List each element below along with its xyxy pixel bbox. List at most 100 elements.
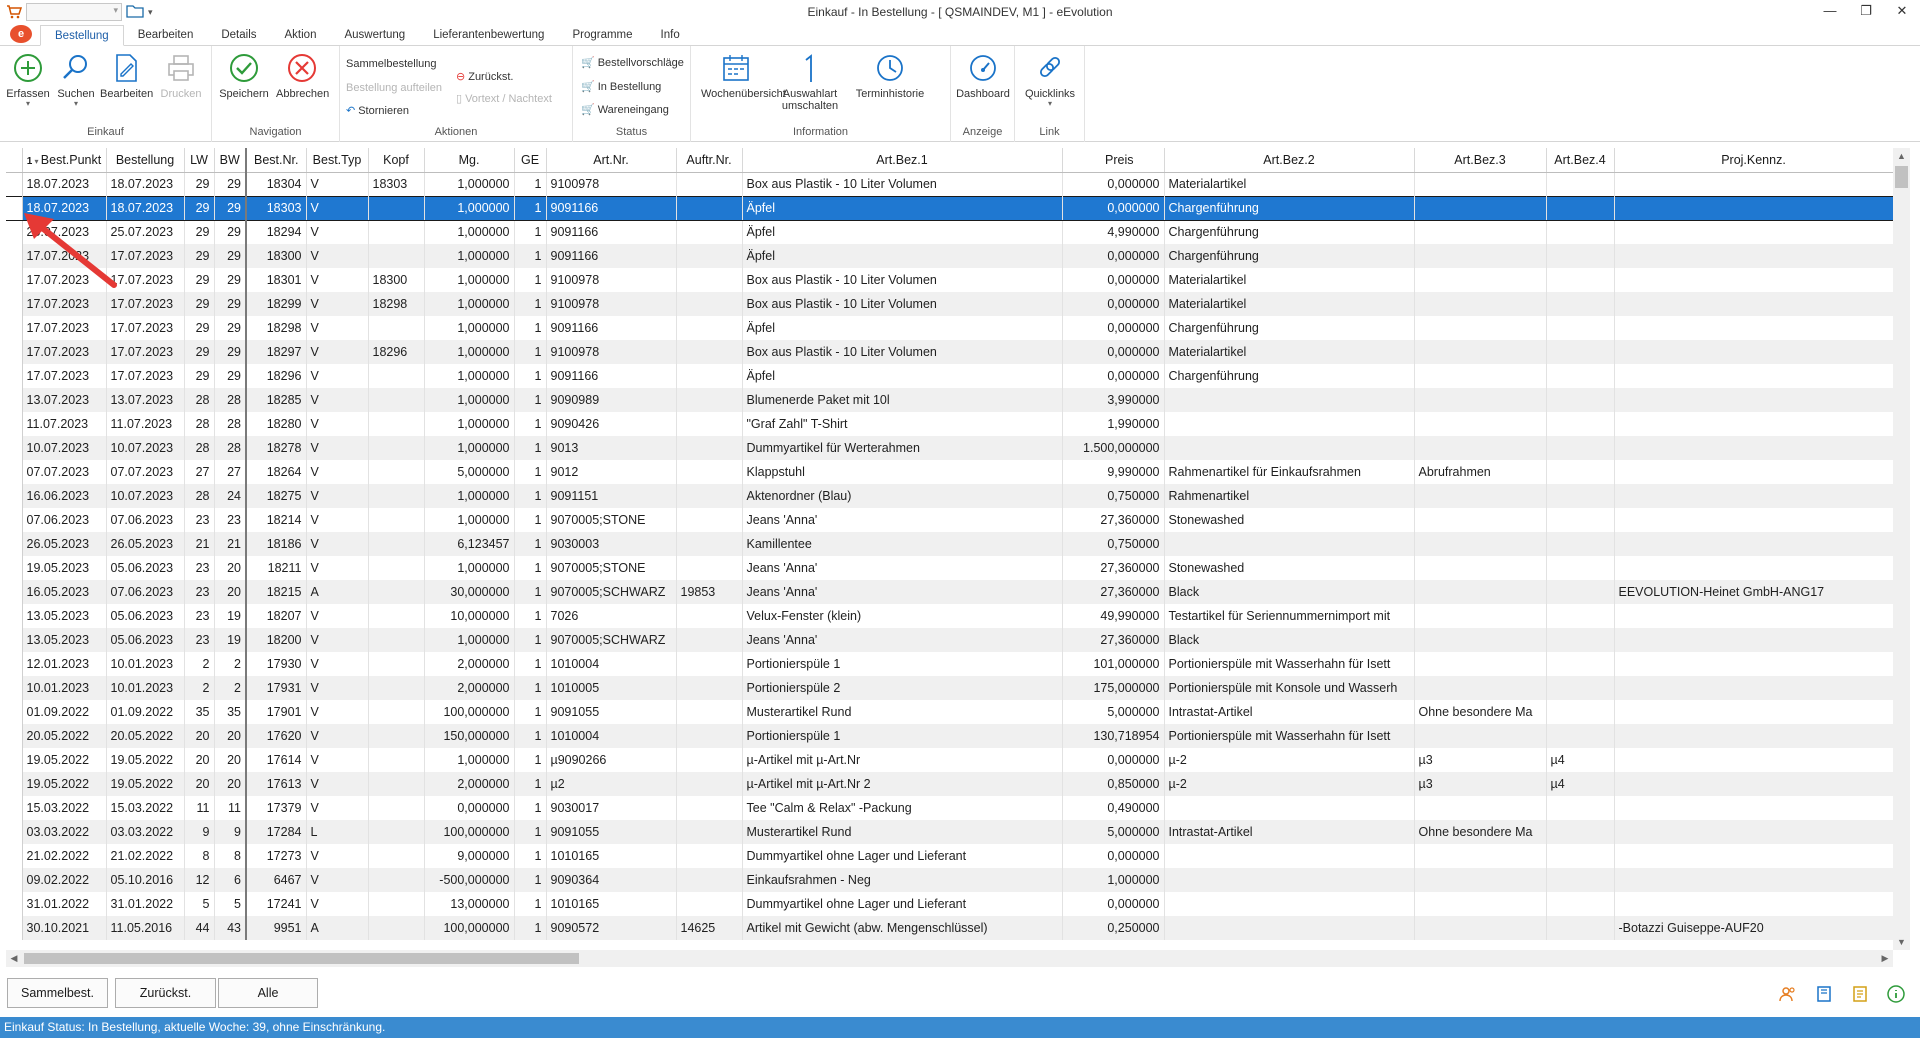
cell-art-bez-4[interactable]	[1546, 460, 1615, 484]
cell-auftr-nr[interactable]	[676, 604, 743, 628]
cell-preis[interactable]: 0,000000	[1062, 748, 1165, 772]
cell-bw[interactable]: 8	[214, 844, 247, 868]
cell-best-nr[interactable]: 18303	[246, 195, 307, 221]
cell-art-bez-1[interactable]: Dummyartikel für Werterahmen	[742, 436, 1063, 460]
bestellvorschlaege-button[interactable]: 🛒 Bestellvorschläge	[581, 56, 684, 70]
column-header[interactable]: Art.Bez.4	[1546, 148, 1615, 173]
cell-art-bez-1[interactable]: Portionierspüle 2	[742, 676, 1063, 700]
cell-art-bez-1[interactable]: Äpfel	[742, 244, 1063, 268]
cell-best-punkt[interactable]: 17.07.2023	[22, 340, 107, 364]
cell-art-bez-4[interactable]	[1546, 292, 1615, 316]
cell-auftr-nr[interactable]	[676, 748, 743, 772]
cell-art-bez-4[interactable]	[1546, 676, 1615, 700]
cell-art-bez-2[interactable]	[1164, 844, 1415, 868]
cell-art-nr[interactable]: 9012	[546, 460, 677, 484]
quicklinks-button[interactable]: Quicklinks ▾	[1021, 52, 1079, 108]
cell-best-nr[interactable]: 18211	[246, 556, 307, 580]
cell-bw[interactable]: 20	[214, 724, 247, 748]
cell-lw[interactable]: 29	[184, 316, 215, 340]
column-header[interactable]: Mg.	[424, 148, 515, 173]
cell-kopf[interactable]	[368, 508, 425, 532]
cell-bw[interactable]: 29	[214, 220, 247, 244]
cell-art-bez-2[interactable]: Rahmenartikel für Einkaufsrahmen	[1164, 460, 1415, 484]
cell-bw[interactable]: 2	[214, 676, 247, 700]
cell-ge[interactable]: 1	[514, 556, 547, 580]
cell-bestellung[interactable]: 10.07.2023	[106, 436, 185, 460]
cell-art-nr[interactable]: 9091166	[546, 364, 677, 388]
cell-kopf[interactable]	[368, 532, 425, 556]
cell-menge[interactable]: 2,000000	[424, 772, 515, 796]
cell-art-bez-2[interactable]: Materialartikel	[1164, 340, 1415, 364]
cell-bw[interactable]: 29	[214, 195, 247, 221]
cell-art-bez-2[interactable]	[1164, 412, 1415, 436]
cell-preis[interactable]: 0,000000	[1062, 364, 1165, 388]
cell-lw[interactable]: 29	[184, 364, 215, 388]
cell-art-bez-1[interactable]: Klappstuhl	[742, 460, 1063, 484]
cell-proj-kennz[interactable]	[1614, 652, 1894, 676]
table-row[interactable]: 10.01.2023 10.01.2023 2 2 17931 V 2,000000 1 101…	[6, 676, 1894, 700]
cell-bw[interactable]: 29	[214, 316, 247, 340]
cell-art-bez-1[interactable]: Kamillentee	[742, 532, 1063, 556]
cell-lw[interactable]: 12	[184, 868, 215, 892]
cell-best-nr[interactable]: 17613	[246, 772, 307, 796]
cell-best-punkt[interactable]: 13.05.2023	[22, 628, 107, 652]
cell-menge[interactable]: 150,000000	[424, 724, 515, 748]
cell-art-bez-4[interactable]	[1546, 796, 1615, 820]
cell-auftr-nr[interactable]	[676, 652, 743, 676]
cell-kopf[interactable]	[368, 460, 425, 484]
cell-art-bez-4[interactable]	[1546, 916, 1615, 940]
table-row[interactable]: 07.07.2023 07.07.2023 27 27 18264 V 5,000000 1 9…	[6, 460, 1894, 484]
cell-art-nr[interactable]: 1010004	[546, 652, 677, 676]
cell-bestellung[interactable]: 10.01.2023	[106, 652, 185, 676]
cell-auftr-nr[interactable]	[676, 508, 743, 532]
cell-art-bez-1[interactable]: Musterartikel Rund	[742, 700, 1063, 724]
cell-art-nr[interactable]: 9100978	[546, 172, 677, 196]
cell-art-bez-3[interactable]	[1414, 220, 1547, 244]
cell-art-bez-2[interactable]: Stonewashed	[1164, 556, 1415, 580]
cell-auftr-nr[interactable]	[676, 244, 743, 268]
cell-best-punkt[interactable]: 12.01.2023	[22, 652, 107, 676]
cell-lw[interactable]: 9	[184, 820, 215, 844]
cell-best-punkt[interactable]: 13.07.2023	[22, 388, 107, 412]
notes-icon[interactable]	[1850, 984, 1870, 1004]
table-row[interactable]: 16.05.2023 07.06.2023 23 20 18215 A 30,000000 1…	[6, 580, 1894, 604]
cell-kopf[interactable]	[368, 436, 425, 460]
cell-bestellung[interactable]: 31.01.2022	[106, 892, 185, 916]
cell-best-punkt[interactable]: 16.05.2023	[22, 580, 107, 604]
row-indicator[interactable]	[6, 916, 23, 940]
cell-bw[interactable]: 20	[214, 748, 247, 772]
cell-proj-kennz[interactable]	[1614, 172, 1894, 196]
row-indicator[interactable]	[6, 628, 23, 652]
cell-art-nr[interactable]: 9030003	[546, 532, 677, 556]
tab-auswertung[interactable]: Auswertung	[330, 25, 419, 45]
cell-best-nr[interactable]: 18200	[246, 628, 307, 652]
cell-menge[interactable]: 1,000000	[424, 628, 515, 652]
cell-bw[interactable]: 29	[214, 364, 247, 388]
cell-lw[interactable]: 27	[184, 460, 215, 484]
cell-art-bez-4[interactable]	[1546, 364, 1615, 388]
cell-proj-kennz[interactable]	[1614, 892, 1894, 916]
cell-menge[interactable]: 0,000000	[424, 796, 515, 820]
cell-kopf[interactable]	[368, 724, 425, 748]
cell-art-nr[interactable]: 9070005;SCHWARZ	[546, 628, 677, 652]
cell-best-typ[interactable]: V	[306, 412, 369, 436]
cell-ge[interactable]: 1	[514, 316, 547, 340]
cell-lw[interactable]: 23	[184, 628, 215, 652]
cell-art-bez-4[interactable]: µ4	[1546, 748, 1615, 772]
cell-best-typ[interactable]: V	[306, 508, 369, 532]
cell-best-nr[interactable]: 6467	[246, 868, 307, 892]
cell-best-punkt[interactable]: 15.03.2022	[22, 796, 107, 820]
cell-bestellung[interactable]: 03.03.2022	[106, 820, 185, 844]
cell-auftr-nr[interactable]	[676, 868, 743, 892]
cell-best-nr[interactable]: 17931	[246, 676, 307, 700]
row-indicator[interactable]	[6, 844, 23, 868]
cell-kopf[interactable]	[368, 195, 425, 221]
cell-bestellung[interactable]: 10.01.2023	[106, 676, 185, 700]
cell-art-bez-1[interactable]: Portionierspüle 1	[742, 724, 1063, 748]
cell-art-nr[interactable]: 9091166	[546, 220, 677, 244]
cell-lw[interactable]: 28	[184, 388, 215, 412]
cell-best-typ[interactable]: V	[306, 195, 369, 221]
row-indicator[interactable]	[6, 556, 23, 580]
cell-kopf[interactable]	[368, 412, 425, 436]
row-indicator[interactable]	[6, 820, 23, 844]
